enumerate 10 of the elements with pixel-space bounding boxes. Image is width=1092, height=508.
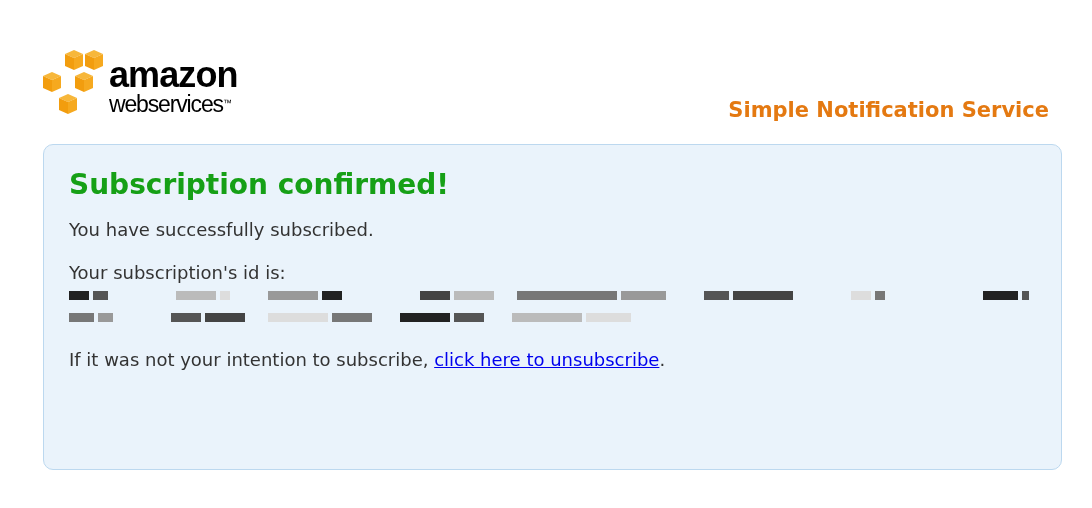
success-message: You have successfully subscribed. [69, 218, 375, 242]
sentence-end: . [659, 348, 666, 372]
logo-subtitle: webservices [109, 92, 223, 116]
unsubscribe-link[interactable]: click here to unsubscribe [434, 346, 660, 373]
id-label: Your subscription's id is: [69, 261, 287, 285]
panel-title: Subscription confirmed! [69, 167, 451, 202]
unsubscribe-text: If it was not your intention to subscribe, [69, 348, 430, 372]
service-name: Simple Notification Service [728, 96, 1049, 124]
trademark-mark: ™ [222, 98, 232, 108]
logo-wordmark: amazon [109, 56, 238, 93]
